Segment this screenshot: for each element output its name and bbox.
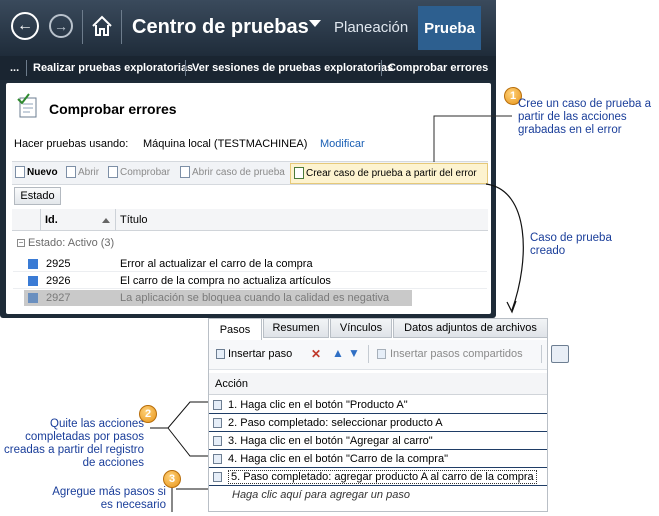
step-icon [213, 471, 222, 482]
parameters-icon[interactable] [551, 345, 569, 363]
toolbar-divider [368, 345, 369, 363]
insert-step-button[interactable]: Insertar paso [216, 348, 292, 360]
step-icon [213, 417, 222, 428]
step-icon [213, 399, 222, 410]
column-action: Acción [215, 378, 249, 390]
step-text: 1. Haga clic en el botón "Producto A" [228, 398, 408, 411]
callout-1-text: Cree un caso de prueba a partir de las a… [518, 98, 651, 136]
insert-step-icon [216, 349, 225, 359]
test-case-created-text: Caso de prueba creado [530, 232, 612, 257]
tab-pasos[interactable]: Pasos [208, 318, 262, 340]
insert-shared-steps-button[interactable]: Insertar pasos compartidos [377, 348, 523, 360]
step-row[interactable]: 3. Haga clic en el botón "Agregar al car… [209, 432, 547, 450]
step-row-selected[interactable]: 5. Paso completado: agregar producto A a… [209, 468, 547, 486]
step-text: 2. Paso completado: seleccionar producto… [228, 416, 443, 429]
insert-step-label: Insertar paso [228, 348, 293, 360]
shared-steps-icon [377, 349, 386, 359]
step-text: 3. Haga clic en el botón "Agregar al car… [228, 434, 433, 447]
step-row[interactable]: 4. Haga clic en el botón "Carro de la co… [209, 450, 547, 468]
tab-attachments[interactable]: Datos adjuntos de archivos [393, 318, 548, 338]
callout-2-text: Quite las acciones completadas por pasos… [4, 418, 144, 469]
step-icon [213, 435, 222, 446]
tab-resumen[interactable]: Resumen [263, 318, 329, 338]
tab-vinculos[interactable]: Vínculos [330, 318, 392, 338]
toolbar-divider [541, 345, 542, 363]
steps-grid-header [209, 373, 547, 395]
move-up-icon[interactable]: ▲ [332, 346, 344, 360]
insert-shared-steps-label: Insertar pasos compartidos [390, 348, 523, 360]
step-text: 5. Paso completado: agregar producto A a… [228, 469, 537, 484]
add-step-placeholder[interactable]: Haga clic aquí para agregar un paso [232, 489, 410, 501]
step-icon [213, 453, 222, 464]
delete-step-icon[interactable]: ✕ [311, 347, 321, 361]
step-row[interactable]: 1. Haga clic en el botón "Producto A" [209, 396, 547, 414]
move-down-icon[interactable]: ▼ [348, 346, 360, 360]
callout-3-text: Agregue más pasos si es necesario [52, 486, 166, 511]
step-row[interactable]: 2. Paso completado: seleccionar producto… [209, 414, 547, 432]
step-text: 4. Haga clic en el botón "Carro de la co… [228, 452, 448, 465]
